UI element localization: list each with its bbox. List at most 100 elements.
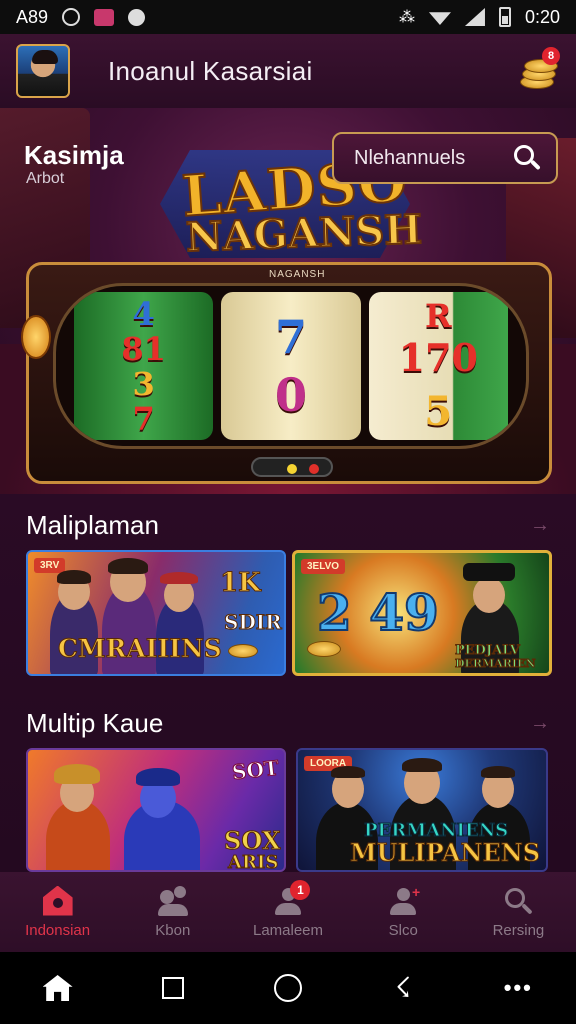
reel-2: 7 0 <box>221 292 361 440</box>
hero-banner[interactable]: Kasimja Arbot LADSO NAGANSH Nlehannuels … <box>0 108 576 494</box>
system-more-button[interactable]: ••• <box>498 968 538 1008</box>
reel-3: R 170 5 <box>368 292 508 440</box>
coin-icon <box>228 644 258 658</box>
card-title: 2 49 <box>316 582 440 643</box>
reel-symbol: 4 <box>132 294 155 333</box>
card-title: SOX <box>223 826 281 856</box>
card-subtitle: DERMARIEN <box>455 657 537 671</box>
system-nav-bar: ☇ ••• <box>0 952 576 1024</box>
nav-badge: 1 <box>290 880 311 900</box>
reel-symbol: 7 <box>132 399 155 438</box>
arrow-right-icon[interactable]: → <box>530 514 550 537</box>
system-home-button[interactable] <box>38 968 78 1008</box>
system-recents-button[interactable] <box>153 968 193 1008</box>
reel-symbol: 170 <box>398 335 478 381</box>
vibrate-icon: ⁂ <box>398 9 415 26</box>
nav-item-people[interactable]: Kbon <box>115 872 230 952</box>
card-title: MULIPANENS <box>349 838 541 868</box>
character-hat <box>463 563 515 581</box>
slot-label: NAGANSH <box>269 269 326 280</box>
nav-label: Indonsian <box>25 921 91 939</box>
character-hair <box>331 766 365 778</box>
card-badge-text: SOT <box>230 755 280 785</box>
people-icon <box>157 885 188 916</box>
character-hair <box>481 766 515 778</box>
card-tag: 3RV <box>34 558 66 573</box>
card-subtitle: PEDJALV <box>455 643 521 659</box>
indicator-light-icon <box>287 464 297 474</box>
circle-icon <box>273 974 302 1002</box>
app-header: Inoanul Kasarsiai 8 <box>0 34 576 108</box>
add-user-icon: + <box>388 884 420 916</box>
slot-lever-panel[interactable] <box>251 457 333 477</box>
character-helmet <box>54 764 100 784</box>
reel-symbol: R <box>425 296 452 335</box>
page-title: Inoanul Kasarsiai <box>108 55 313 86</box>
reel-symbol: 7 <box>274 310 307 364</box>
nav-label: Kbon <box>155 921 191 939</box>
nav-label: Lamaleem <box>252 921 324 939</box>
back-icon: ☇ <box>395 972 412 1003</box>
circle-icon <box>62 8 81 26</box>
nav-label: Slco <box>388 921 418 939</box>
content-feed[interactable]: Maliplaman → 3RV CMRAIIINS 1K SDIR 3ELVO… <box>0 494 576 872</box>
indicator-light-icon <box>309 464 319 474</box>
arrow-right-icon[interactable]: → <box>530 712 550 735</box>
coin-icon <box>307 641 341 657</box>
notification-badge: 8 <box>542 47 560 65</box>
home-icon <box>42 885 73 916</box>
reel-symbol: 81 <box>121 329 166 368</box>
search-label: Nlehannuels <box>354 146 466 169</box>
hero-brand-sub: Arbot <box>26 170 65 187</box>
game-card[interactable]: LOORA PERMANIENS MULIPANENS <box>296 748 548 872</box>
card-side-text: SDIR <box>224 610 283 635</box>
status-left: A89 <box>16 6 146 28</box>
card-subtitle: ARIS <box>227 852 279 872</box>
nav-item-add-user[interactable]: + Slco <box>346 872 461 952</box>
bottom-nav: Indonsian Kbon 1 Lamaleem + Slco Rersing <box>0 872 576 952</box>
slot-reels: 4 81 3 7 7 0 R 170 5 <box>53 283 529 449</box>
battery-icon <box>498 7 511 27</box>
card-badge-text: 1K <box>220 568 262 599</box>
avatar[interactable] <box>16 44 70 98</box>
character-hair <box>402 758 442 772</box>
character-hair <box>57 570 91 584</box>
search-icon <box>503 886 534 916</box>
slot-machine[interactable]: NAGANSH 4 81 3 7 7 0 R 170 5 <box>21 262 552 484</box>
hero-brand: Kasimja <box>24 140 124 170</box>
nav-item-profile[interactable]: 1 Lamaleem <box>230 872 345 952</box>
search-icon <box>512 143 542 173</box>
character-hair <box>108 558 148 574</box>
card-tag: 3ELVO <box>301 559 346 574</box>
reel-1: 4 81 3 7 <box>74 292 214 440</box>
reel-symbol: 0 <box>274 368 307 422</box>
nav-item-home[interactable]: Indonsian <box>0 872 115 952</box>
status-label: A89 <box>16 6 49 27</box>
status-bar: A89 ⁂ 0:20 <box>0 0 576 34</box>
home-icon <box>42 975 73 1001</box>
gear-icon <box>128 8 146 26</box>
signal-icon <box>464 8 485 26</box>
section-title: Maliplaman <box>26 510 159 540</box>
game-card[interactable]: SOT SOX ARIS <box>26 748 286 872</box>
photo-icon <box>94 8 115 26</box>
nav-item-search[interactable]: Rersing <box>461 872 576 952</box>
character-hat <box>136 768 180 786</box>
coins-button[interactable]: 8 <box>516 47 560 91</box>
search-button[interactable]: Nlehannuels <box>332 132 558 184</box>
game-card[interactable]: 3RV CMRAIIINS 1K SDIR <box>26 550 286 676</box>
system-back-button[interactable]: ☇ <box>383 968 423 1008</box>
chip-icon <box>21 315 51 359</box>
card-title: CMRAIIINS <box>58 634 223 664</box>
more-dots-icon: ••• <box>503 975 533 1000</box>
system-circle-button[interactable] <box>268 968 308 1008</box>
game-card[interactable]: 3ELVO 2 49 PEDJALV DERMARIEN <box>292 550 552 676</box>
status-time: 0:20 <box>524 6 560 27</box>
status-right: ⁂ 0:20 <box>399 7 560 28</box>
character-head <box>473 577 505 613</box>
wifi-icon <box>428 12 451 25</box>
game-logo-subtitle: NAGANSH <box>184 205 424 262</box>
nav-label: Rersing <box>492 921 545 939</box>
square-icon <box>161 977 184 999</box>
character-hat <box>160 572 198 584</box>
